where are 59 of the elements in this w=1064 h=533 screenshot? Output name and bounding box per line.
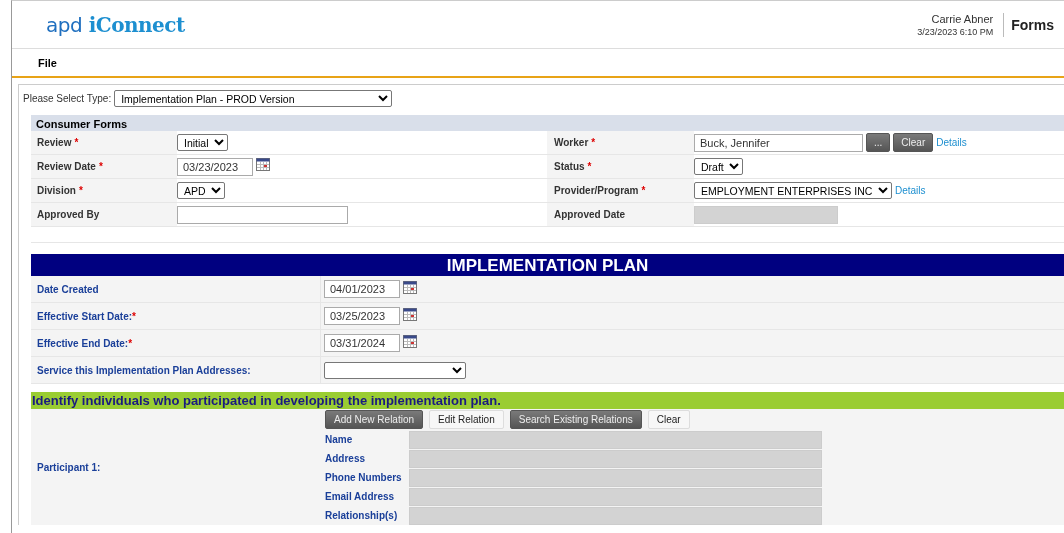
field-label: Service this Implementation Plan Addresses: — [37, 364, 251, 376]
relation-button[interactable]: Search Existing Relations — [509, 410, 642, 429]
required-mark: * — [74, 137, 79, 148]
module-title: Forms — [1011, 16, 1055, 33]
menu-item[interactable]: File — [38, 56, 57, 69]
field-label: Email Address — [325, 491, 396, 502]
relation-button[interactable]: Edit Relation — [429, 410, 504, 429]
date-time: 3/23/2023 6:10 PM — [917, 26, 994, 37]
dropdown[interactable]: APD — [177, 182, 225, 199]
field-label: Review — [37, 137, 72, 148]
logo: apd iConnect — [46, 12, 185, 37]
field-label: Provider/Program — [554, 185, 639, 196]
field-label: Name — [325, 434, 354, 445]
field-label: Participant 1: — [37, 461, 101, 473]
date-field[interactable]: 03/25/2023 — [324, 307, 400, 325]
date-field[interactable]: 03/23/2023 — [177, 157, 253, 176]
required-mark: * — [98, 161, 103, 172]
required-mark: * — [132, 310, 136, 322]
user-name: Carrie Abner — [931, 12, 994, 25]
field-label: Effective End Date: — [37, 337, 129, 349]
date-field[interactable]: 03/31/2024 — [324, 334, 400, 352]
dropdown[interactable]: EMPLOYMENT ENTERPRISES INC — [694, 182, 892, 199]
field-label: Effective Start Date: — [37, 310, 133, 322]
required-mark: * — [591, 137, 596, 148]
calendar-icon[interactable] — [403, 307, 417, 321]
text-field[interactable] — [177, 205, 348, 224]
field-label: Worker — [554, 137, 589, 148]
lookup-button[interactable]: ... — [866, 133, 891, 152]
field-label: Date Created — [37, 283, 99, 295]
field-label: Review Date — [37, 161, 96, 172]
field-label: Phone Numbers — [325, 472, 403, 483]
calendar-icon[interactable] — [403, 334, 417, 348]
dropdown[interactable]: Draft — [694, 158, 743, 175]
required-mark: * — [641, 185, 646, 196]
relation-button[interactable]: Add New Relation — [325, 410, 424, 429]
dropdown[interactable] — [324, 361, 466, 379]
required-mark: * — [128, 337, 133, 349]
details-link[interactable]: Details — [895, 185, 926, 196]
text-field[interactable]: Buck, Jennifer — [694, 133, 863, 152]
field-label: Approved By — [37, 209, 100, 220]
field-label: Approved Date — [554, 209, 626, 220]
details-link[interactable]: Details — [936, 137, 967, 148]
field-label: Division — [37, 185, 76, 196]
calendar-icon[interactable] — [256, 158, 270, 171]
dropdown[interactable]: Initial — [177, 134, 228, 151]
field-label: Please Select Type: — [23, 93, 112, 104]
field-label: Status — [554, 161, 585, 172]
calendar-icon[interactable] — [403, 280, 417, 294]
section-header: IMPLEMENTATION PLAN — [31, 254, 1064, 276]
section-header: Identify individuals who participated in developing the implementation plan. — [31, 392, 1064, 409]
lookup-button[interactable]: Clear — [893, 133, 934, 152]
relation-button[interactable]: Clear — [647, 410, 690, 429]
field-label: Relationship(s) — [325, 510, 399, 521]
section-header: Consumer Forms — [31, 115, 1064, 131]
field-label: Address — [325, 453, 366, 464]
date-field[interactable]: 04/01/2023 — [324, 280, 400, 298]
type-select[interactable]: Implementation Plan - PROD Version — [114, 90, 393, 107]
required-mark: * — [587, 161, 592, 172]
required-mark: * — [78, 185, 83, 196]
